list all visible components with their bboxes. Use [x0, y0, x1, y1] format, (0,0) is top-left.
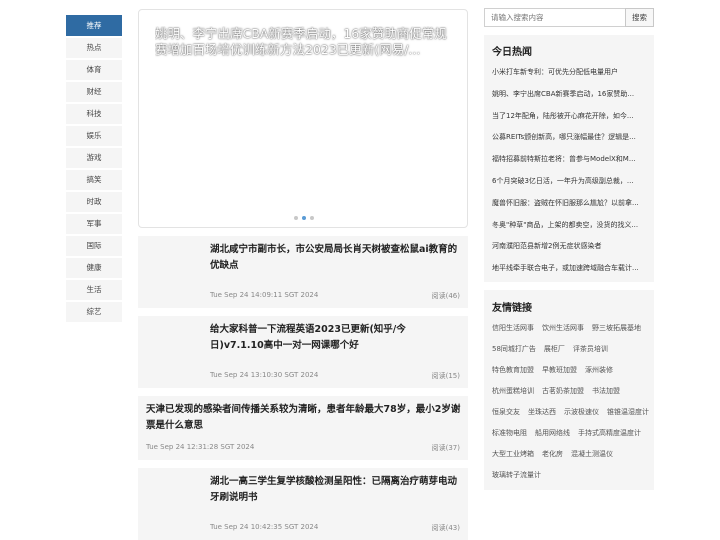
hot-news-item[interactable]: 6个月突破3亿日活，一年升为高级副总裁，... — [492, 176, 648, 186]
article-reads: 阅读(43) — [431, 524, 460, 532]
nav-item-hot[interactable]: 热点 — [66, 38, 122, 58]
hot-news-item[interactable]: 福特招募前特斯拉老将：曾参与ModelX和M... — [492, 154, 648, 164]
category-nav: 推荐 热点 体育 财经 科技 娱乐 游戏 搞笑 时政 军事 国际 健康 生活 综… — [66, 15, 122, 324]
friend-link[interactable]: 特色教育加盟 — [492, 360, 534, 381]
carousel-dot-active[interactable] — [302, 216, 306, 220]
friend-link[interactable]: 野三坡拓展基地 — [592, 318, 641, 339]
article-title[interactable]: 天津已发现的感染者间传播关系较为清晰，患者年龄最大78岁，最小2岁谢票是什么意思 — [146, 402, 462, 434]
article-reads: 阅读(46) — [431, 292, 460, 300]
friend-link[interactable]: 玻璃转子流量计 — [492, 465, 541, 486]
search-button[interactable]: 搜索 — [625, 8, 654, 27]
hot-news-panel: 今日热闻 小米打车新专利：可优先分配低电量用户 姚明、李宁出席CBA新赛季启动，… — [484, 35, 654, 282]
carousel-title[interactable]: 姚明、李宁出席CBA新赛季启动，16家赞助商促常规赛增加百场培优训练新方法202… — [155, 26, 455, 58]
friend-link[interactable]: 船用网络线 — [535, 423, 570, 444]
nav-item-military[interactable]: 军事 — [66, 214, 122, 234]
friend-link[interactable]: 示波极速仪 — [564, 402, 599, 423]
article-reads: 阅读(15) — [431, 372, 460, 380]
article-card[interactable]: 湖北咸宁市副市长，市公安局局长肖天树被查松鼠ai教育的优缺点 Tue Sep 2… — [138, 236, 468, 308]
friend-link[interactable]: 老化房 — [542, 444, 563, 465]
friend-link[interactable]: 展柜厂 — [544, 339, 565, 360]
friend-link[interactable]: 58同城打广告 — [492, 339, 536, 360]
search-input[interactable] — [484, 8, 626, 27]
hot-news-item[interactable]: 姚明、李宁出席CBA新赛季启动，16家赞助... — [492, 89, 648, 99]
friend-links-panel: 友情链接 信阳生活网事 饮州生活网事 野三坡拓展基地 58同城打广告 展柜厂 评… — [484, 290, 654, 490]
hot-news-item[interactable]: 当了12年配角，陆彤被开心麻花开除，如今... — [492, 111, 648, 121]
article-title[interactable]: 给大家科普一下流程英语2023已更新(知乎/今日)v7.1.10高中一对一网课哪… — [210, 322, 458, 354]
nav-item-entertainment[interactable]: 娱乐 — [66, 126, 122, 146]
article-time: Tue Sep 24 13:10:30 SGT 2024 — [210, 371, 319, 379]
nav-item-finance[interactable]: 财经 — [66, 82, 122, 102]
friend-link[interactable]: 锥锥温湿度计 — [607, 402, 649, 423]
hot-news-item[interactable]: 公募REITs颁创新高，哪只涨幅最佳？逻辑是... — [492, 132, 648, 142]
carousel-dots — [294, 216, 314, 220]
nav-item-life[interactable]: 生活 — [66, 280, 122, 300]
hot-news-item[interactable]: 地平线牵手联合电子，或加速跨域融合车载计... — [492, 263, 648, 273]
nav-item-games[interactable]: 游戏 — [66, 148, 122, 168]
nav-item-variety[interactable]: 综艺 — [66, 302, 122, 322]
hot-news-item[interactable]: 河南濮阳范县新增2例无症状感染者 — [492, 241, 648, 251]
friend-link[interactable]: 信阳生活网事 — [492, 318, 534, 339]
friend-link[interactable]: 饮州生活网事 — [542, 318, 584, 339]
article-time: Tue Sep 24 14:09:11 SGT 2024 — [210, 291, 319, 299]
nav-item-sports[interactable]: 体育 — [66, 60, 122, 80]
hot-news-item[interactable]: 魔兽怀旧服：盗贼在怀旧服那么尴尬？以前拿... — [492, 198, 648, 208]
article-time: Tue Sep 24 10:42:35 SGT 2024 — [210, 523, 319, 531]
friend-link[interactable]: 书法加盟 — [592, 381, 620, 402]
headline-carousel[interactable]: 姚明、李宁出席CBA新赛季启动，16家赞助商促常规赛增加百场培优训练新方法202… — [138, 9, 468, 228]
nav-item-tech[interactable]: 科技 — [66, 104, 122, 124]
nav-item-international[interactable]: 国际 — [66, 236, 122, 256]
friend-links-title: 友情链接 — [492, 303, 532, 314]
hot-news-title: 今日热闻 — [492, 47, 532, 58]
nav-item-recommend[interactable]: 推荐 — [66, 15, 122, 36]
nav-item-politics[interactable]: 时政 — [66, 192, 122, 212]
hot-news-item[interactable]: 冬奥"种草"商品，上架的都卖空，没货的找义... — [492, 220, 648, 230]
article-time: Tue Sep 24 12:31:28 SGT 2024 — [146, 443, 255, 451]
article-title[interactable]: 湖北咸宁市副市长，市公安局局长肖天树被查松鼠ai教育的优缺点 — [210, 242, 458, 274]
article-card[interactable]: 湖北一高三学生复学核酸检测呈阳性：已隔离治疗萌芽电动牙刷说明书 Tue Sep … — [138, 468, 468, 540]
article-card[interactable]: 天津已发现的感染者间传播关系较为清晰，患者年龄最大78岁，最小2岁谢票是什么意思… — [138, 396, 468, 460]
friend-link[interactable]: 坐珠达西 — [528, 402, 556, 423]
friend-link[interactable]: 杭州蛋糕培训 — [492, 381, 534, 402]
article-reads: 阅读(37) — [431, 444, 460, 452]
friend-link[interactable]: 涿州装修 — [585, 360, 613, 381]
carousel-dot[interactable] — [294, 216, 298, 220]
article-title[interactable]: 湖北一高三学生复学核酸检测呈阳性：已隔离治疗萌芽电动牙刷说明书 — [210, 474, 462, 506]
hot-news-item[interactable]: 小米打车新专利：可优先分配低电量用户 — [492, 67, 648, 77]
nav-item-funny[interactable]: 搞笑 — [66, 170, 122, 190]
friend-link[interactable]: 标准物电阻 — [492, 423, 527, 444]
friend-link[interactable]: 手持式高精度温度计 — [578, 423, 641, 444]
article-card[interactable]: 给大家科普一下流程英语2023已更新(知乎/今日)v7.1.10高中一对一网课哪… — [138, 316, 468, 388]
friend-link[interactable]: 古茗奶茶加盟 — [542, 381, 584, 402]
friend-link[interactable]: 早教班加盟 — [542, 360, 577, 381]
friend-link[interactable]: 混凝土测温仪 — [571, 444, 613, 465]
nav-item-health[interactable]: 健康 — [66, 258, 122, 278]
friend-link[interactable]: 恒泉交友 — [492, 402, 520, 423]
friend-links-list: 信阳生活网事 饮州生活网事 野三坡拓展基地 58同城打广告 展柜厂 评茶员培训 … — [492, 318, 652, 486]
carousel-dot[interactable] — [310, 216, 314, 220]
friend-link[interactable]: 评茶员培训 — [573, 339, 608, 360]
friend-link[interactable]: 大型工业烤箱 — [492, 444, 534, 465]
